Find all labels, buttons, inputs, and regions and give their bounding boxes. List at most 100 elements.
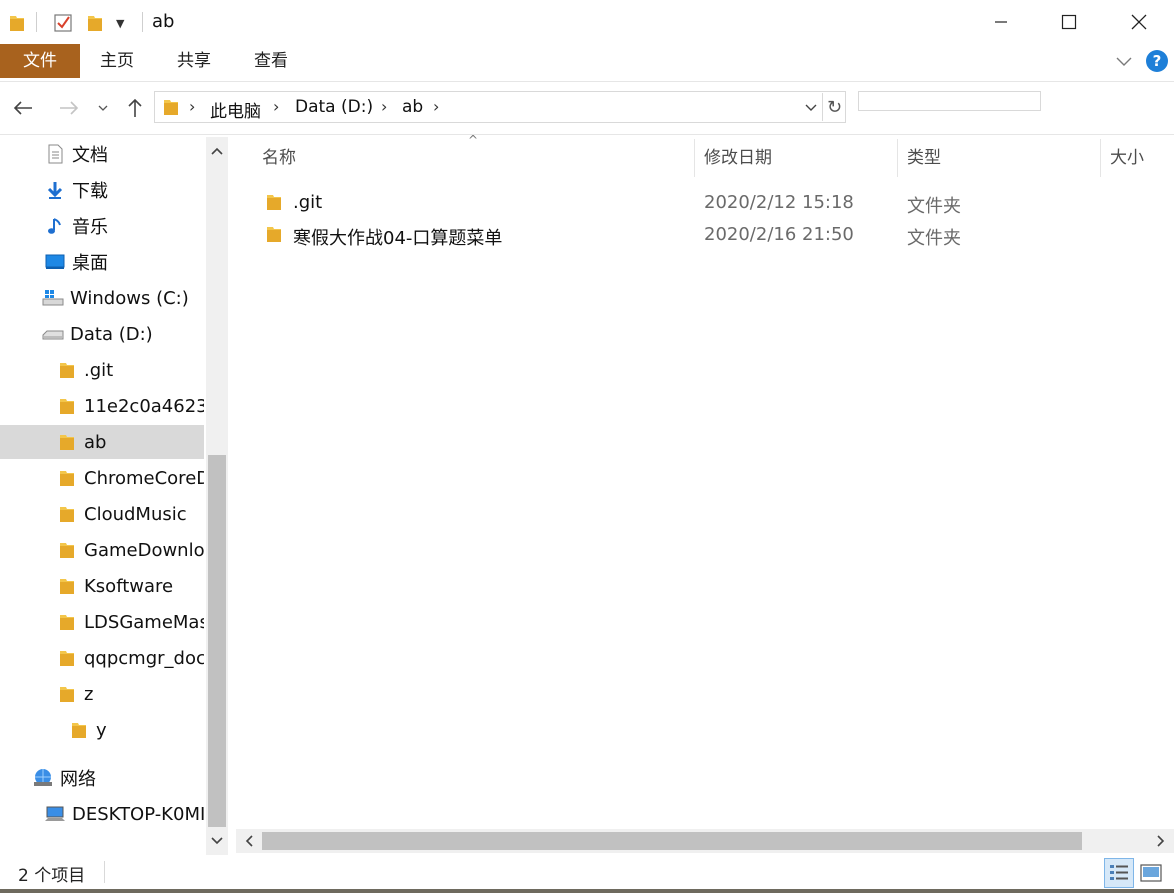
column-header-modified[interactable]: 修改日期 bbox=[704, 137, 772, 179]
column-divider[interactable] bbox=[897, 139, 898, 177]
minimize-icon bbox=[995, 21, 1007, 23]
address-bar[interactable]: › 此电脑 › Data (D:) › ab › ↻ bbox=[154, 91, 846, 123]
scrollbar-thumb[interactable] bbox=[208, 455, 226, 827]
windows-drive-icon bbox=[42, 287, 64, 309]
file-modified: 2020/2/16 21:50 bbox=[704, 224, 854, 245]
back-button[interactable] bbox=[10, 95, 36, 121]
sidebar-item-label: qqpcmgr_docpro bbox=[84, 647, 204, 669]
file-modified: 2020/2/12 15:18 bbox=[704, 192, 854, 213]
sidebar-item[interactable]: .git bbox=[0, 353, 204, 387]
sidebar-item[interactable]: 网络 bbox=[0, 761, 204, 795]
breadcrumb-chevron-icon[interactable]: › bbox=[381, 97, 387, 116]
scroll-up-arrow-icon[interactable] bbox=[206, 139, 228, 163]
breadcrumb-chevron-icon[interactable]: › bbox=[273, 97, 279, 116]
sidebar-item-label: y bbox=[96, 719, 107, 741]
navigation-pane: 文档下载音乐 桌面 Windows (C:) Data (D:) .git 11e2c0a… bbox=[0, 137, 230, 855]
scrollbar-thumb[interactable] bbox=[262, 832, 1082, 850]
column-header-size[interactable]: 大小 bbox=[1110, 137, 1144, 179]
sidebar-item[interactable]: 11e2c0a4623b bbox=[0, 389, 204, 423]
breadcrumb-ab[interactable]: ab bbox=[402, 97, 423, 117]
navigation-scrollbar[interactable] bbox=[206, 137, 228, 855]
sidebar-item[interactable]: z bbox=[0, 677, 204, 711]
breadcrumb-this-pc[interactable]: 此电脑 bbox=[210, 97, 261, 122]
address-history-button[interactable] bbox=[799, 94, 823, 122]
scroll-left-arrow-icon[interactable] bbox=[238, 829, 260, 853]
sidebar-item[interactable]: Ksoftware bbox=[0, 569, 204, 603]
sidebar-item[interactable]: ab bbox=[0, 425, 204, 459]
expand-ribbon-icon[interactable] bbox=[1116, 52, 1132, 71]
file-row[interactable]: 寒假大作战04-口算题菜单 2020/2/16 21:50 文件夹 bbox=[260, 219, 980, 251]
sidebar-item[interactable]: LDSGameMaster bbox=[0, 605, 204, 639]
folder-icon bbox=[56, 611, 78, 633]
file-list: 名称 ^ 修改日期 类型 大小 .git 2020/2/12 15:18 文件夹… bbox=[232, 133, 1174, 855]
music-icon bbox=[44, 215, 66, 237]
up-arrow-icon bbox=[128, 98, 142, 117]
column-header-name[interactable]: 名称 bbox=[262, 137, 296, 179]
breadcrumb-chevron-icon[interactable]: › bbox=[189, 97, 195, 116]
scroll-down-arrow-icon[interactable] bbox=[206, 829, 228, 853]
help-icon[interactable]: ? bbox=[1146, 50, 1168, 72]
sidebar-item[interactable]: 桌面 bbox=[0, 245, 204, 279]
search-box[interactable] bbox=[858, 91, 1041, 111]
breadcrumb-chevron-icon[interactable]: › bbox=[433, 97, 439, 116]
sidebar-item-label: 11e2c0a4623b bbox=[84, 395, 204, 417]
scroll-right-arrow-icon[interactable] bbox=[1150, 829, 1172, 853]
tab-file[interactable]: 文件 bbox=[0, 44, 80, 78]
toolbar-divider bbox=[142, 12, 143, 32]
tab-share[interactable]: 共享 bbox=[177, 44, 211, 78]
large-icons-view-button[interactable] bbox=[1136, 858, 1166, 888]
column-divider[interactable] bbox=[1100, 139, 1101, 177]
horizontal-scrollbar[interactable] bbox=[236, 829, 1174, 853]
drive-icon bbox=[42, 323, 64, 345]
details-view-icon bbox=[1110, 865, 1128, 880]
refresh-button[interactable]: ↻ bbox=[822, 93, 846, 121]
tab-home[interactable]: 主页 bbox=[100, 44, 134, 78]
details-view-button[interactable] bbox=[1104, 858, 1134, 888]
sidebar-item[interactable]: 音乐 bbox=[0, 209, 204, 243]
sidebar-item-label: .git bbox=[84, 359, 114, 381]
forward-button[interactable] bbox=[56, 95, 82, 121]
sidebar-item[interactable]: ChromeCoreDownloads bbox=[0, 461, 204, 495]
sidebar-item[interactable]: Windows (C:) bbox=[0, 281, 204, 315]
folder-icon bbox=[56, 359, 78, 381]
item-count: 2 个项目 bbox=[18, 866, 86, 886]
column-header-type[interactable]: 类型 bbox=[907, 137, 941, 179]
maximize-button[interactable] bbox=[1034, 0, 1104, 44]
up-button[interactable] bbox=[122, 95, 148, 121]
sidebar-item[interactable]: Data (D:) bbox=[0, 317, 204, 351]
refresh-icon: ↻ bbox=[826, 96, 843, 118]
sidebar-item[interactable]: y bbox=[0, 713, 204, 747]
sidebar-item-label: Ksoftware bbox=[84, 575, 174, 597]
sidebar-item[interactable]: GameDownload bbox=[0, 533, 204, 567]
window-title: ab bbox=[152, 11, 175, 32]
folder-icon bbox=[56, 395, 78, 417]
back-arrow-icon bbox=[13, 101, 32, 115]
sidebar-item[interactable]: 下载 bbox=[0, 173, 204, 207]
sidebar-item[interactable]: 文档 bbox=[0, 137, 204, 171]
sidebar-item[interactable]: DESKTOP-K0MI bbox=[0, 797, 204, 831]
tab-view[interactable]: 查看 bbox=[254, 44, 288, 78]
folder-icon bbox=[56, 683, 78, 705]
folder-icon bbox=[163, 98, 179, 120]
new-folder-icon[interactable] bbox=[86, 10, 104, 36]
download-icon bbox=[44, 179, 66, 201]
breadcrumb-data-drive[interactable]: Data (D:) bbox=[295, 97, 373, 117]
sidebar-item-label: LDSGameMaster bbox=[84, 611, 204, 633]
recent-locations-button[interactable] bbox=[92, 95, 114, 121]
sidebar-item-label: GameDownload bbox=[84, 539, 204, 561]
properties-icon[interactable] bbox=[52, 10, 74, 36]
file-name: 寒假大作战04-口算题菜单 bbox=[293, 228, 503, 249]
folder-icon bbox=[56, 467, 78, 489]
column-divider[interactable] bbox=[694, 139, 695, 177]
sidebar-item-label: Data (D:) bbox=[70, 323, 153, 345]
minimize-button[interactable] bbox=[966, 0, 1036, 44]
sidebar-item[interactable]: CloudMusic bbox=[0, 497, 204, 531]
file-type: 文件夹 bbox=[907, 196, 961, 217]
sidebar-item-label: 下载 bbox=[72, 181, 108, 202]
sidebar-item[interactable]: qqpcmgr_docpro bbox=[0, 641, 204, 675]
window-bottom-edge bbox=[0, 889, 1174, 893]
customize-quick-access-icon[interactable]: ▼ bbox=[116, 10, 124, 36]
close-button[interactable] bbox=[1104, 0, 1174, 44]
desktop-icon bbox=[44, 251, 66, 273]
file-row[interactable]: .git 2020/2/12 15:18 文件夹 bbox=[260, 187, 980, 219]
